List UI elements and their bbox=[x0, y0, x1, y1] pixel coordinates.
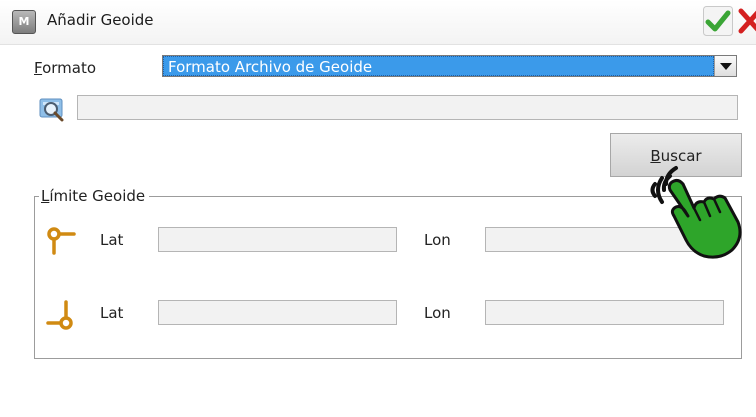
file-path-field[interactable] bbox=[77, 95, 738, 120]
geoid-boundary-group bbox=[34, 196, 742, 359]
title-bar: M Añadir Geoide bbox=[0, 0, 756, 45]
close-icon bbox=[738, 8, 756, 34]
top-left-corner-icon bbox=[47, 227, 76, 255]
app-icon: M bbox=[12, 10, 36, 34]
legend-text: ímite Geoide bbox=[49, 187, 146, 205]
window-title: Añadir Geoide bbox=[47, 11, 154, 29]
chevron-down-icon[interactable] bbox=[714, 56, 736, 76]
geoid-boundary-legend: Límite Geoide bbox=[39, 187, 150, 205]
ok-button[interactable] bbox=[703, 6, 733, 36]
format-label-accel: F bbox=[34, 59, 43, 77]
format-label-text: ormato bbox=[42, 59, 97, 77]
lon-label-2: Lon bbox=[424, 304, 451, 322]
tap-hand-icon bbox=[650, 166, 742, 259]
format-select-value: Formato Archivo de Geoide bbox=[163, 56, 714, 76]
magnifier-icon[interactable] bbox=[38, 96, 66, 122]
format-label: Formato bbox=[34, 59, 96, 77]
close-button[interactable] bbox=[737, 6, 756, 36]
lat-field-2[interactable] bbox=[158, 300, 397, 325]
bottom-right-corner-icon bbox=[46, 300, 73, 330]
check-icon bbox=[703, 6, 733, 36]
lat-field-1[interactable] bbox=[158, 227, 397, 252]
lon-field-2[interactable] bbox=[485, 300, 724, 325]
lat-label-2: Lat bbox=[100, 304, 124, 322]
lat-label-1: Lat bbox=[100, 231, 124, 249]
format-select[interactable]: Formato Archivo de Geoide bbox=[162, 55, 737, 77]
lon-label-1: Lon bbox=[424, 231, 451, 249]
